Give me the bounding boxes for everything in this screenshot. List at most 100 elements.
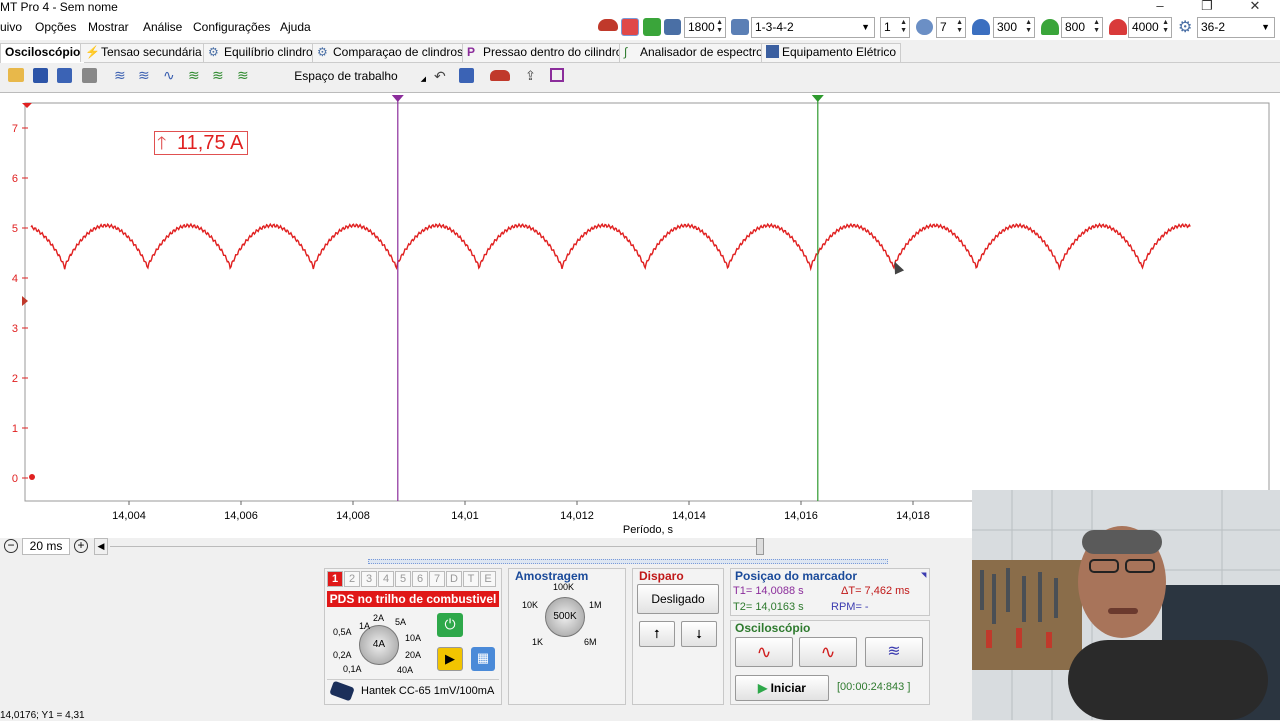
zoom-out-icon[interactable]: −	[4, 539, 18, 553]
value-300-input[interactable]: 300 ▲ ▼	[993, 17, 1035, 38]
marker-t2: T2= 14,0163 s	[733, 601, 804, 613]
grid-icon[interactable]	[550, 68, 564, 82]
oscilloscope-plot[interactable]: 7 6 5 4 3 2 1 0 14,004 14,006 14,008 14,01 14,012 14…	[0, 92, 1280, 538]
channel-tab[interactable]: 7	[429, 571, 445, 587]
status-coordinates: 14,0176; Y1 = 4,31	[0, 710, 85, 721]
gauge-red-icon	[1109, 19, 1127, 35]
tab-tensao-secundaria[interactable]: ⚡ Tensao secundária	[80, 43, 207, 62]
open-folder-icon[interactable]	[8, 68, 24, 82]
cursor-2-handle[interactable]	[811, 95, 824, 102]
sine-dotted-icon: ∿	[820, 642, 836, 662]
spin-icon[interactable]: ▲ ▼	[716, 19, 723, 35]
workspace-dropdown[interactable]: Espaço de trabalho ◢	[266, 67, 426, 89]
start-button[interactable]: ▶ Iniciar	[735, 675, 829, 701]
channel-tab[interactable]: 6	[412, 571, 428, 587]
save-icon[interactable]	[33, 68, 48, 83]
sampling-label: 1M	[589, 600, 602, 610]
scrollbar-thumb[interactable]	[756, 538, 764, 555]
channel-tab[interactable]: 1	[327, 571, 343, 587]
firing-order-select[interactable]: 1-3-4-2 ▼	[751, 17, 875, 38]
tab-osciloscopio[interactable]: Osciloscópio	[0, 43, 86, 63]
compare-icon: ⚙	[317, 45, 328, 59]
car-small-icon[interactable]	[490, 70, 510, 81]
wave-icon[interactable]: ≋	[114, 67, 126, 84]
lock-green-icon[interactable]	[643, 18, 661, 36]
rising-edge-button[interactable]: ⭡	[639, 621, 675, 647]
scroll-left-button[interactable]: ◀	[94, 538, 108, 555]
falling-edge-button[interactable]: ⭣	[681, 621, 717, 647]
time-scale-value[interactable]: 20 ms	[22, 538, 70, 555]
tab-equilibrio-cilindro[interactable]: ⚙ Equilíbrio clindro	[203, 43, 318, 62]
menu-configuracoes[interactable]: Configurações	[193, 20, 270, 34]
tab-label: Analisador de espectro	[640, 45, 763, 59]
spin-icon[interactable]: ▲ ▼	[956, 19, 963, 35]
channel-tab[interactable]: E	[480, 571, 496, 587]
tab-pressao-cilindro[interactable]: P Pressao dentro do cilindro	[462, 43, 628, 62]
menu-opcoes[interactable]: Opções	[35, 20, 76, 34]
maximize-button[interactable]: ❐	[1184, 0, 1230, 14]
zoom-in-icon[interactable]: +	[74, 539, 88, 553]
print-icon[interactable]	[82, 68, 97, 83]
save-workspace-icon[interactable]	[459, 68, 474, 83]
play-icon[interactable]: ▶	[437, 647, 463, 671]
channel-tab[interactable]: 2	[344, 571, 360, 587]
scrollbar-track[interactable]	[110, 546, 760, 547]
probe-selector[interactable]: Hantek CC-65 1mV/100mA	[327, 679, 499, 703]
chevron-down-icon[interactable]: ▼	[861, 18, 870, 37]
menu-mostrar[interactable]: Mostrar	[88, 20, 129, 34]
lock-red-icon[interactable]	[621, 18, 639, 36]
wave-green2-icon[interactable]: ≋	[212, 67, 224, 84]
channel-tab[interactable]: 3	[361, 571, 377, 587]
menu-ajuda[interactable]: Ajuda	[280, 20, 311, 34]
car-icon[interactable]	[598, 19, 618, 31]
spin-icon[interactable]: ▲ ▼	[1093, 19, 1100, 35]
power-button[interactable]: ⏻	[437, 613, 463, 637]
spin-icon[interactable]: ▲ ▼	[900, 19, 907, 35]
range-knob[interactable]: 4A	[359, 625, 399, 665]
tab-comparacao-cilindros[interactable]: ⚙ Comparaçao de clindros	[312, 43, 469, 62]
marker-panel: Posiçao do marcador T1= 14,0088 s T2= 14…	[730, 568, 930, 616]
gear-icon[interactable]: ⚙	[1178, 17, 1192, 37]
dual-wave-button[interactable]: ≋	[865, 637, 923, 667]
knob-label: 40A	[397, 665, 414, 675]
cylinders-count-input[interactable]: 7 ▲ ▼	[936, 17, 966, 38]
channel-tab[interactable]: 4	[378, 571, 394, 587]
trigger-mode-button[interactable]: Desligado	[637, 584, 719, 614]
channel-tab[interactable]: T	[463, 571, 479, 587]
wheel-value: 36-2	[1201, 20, 1226, 34]
spectrum-icon: ∫	[624, 45, 628, 59]
minimize-button[interactable]: –	[1137, 0, 1183, 14]
value-800-input[interactable]: 800 ▲ ▼	[1061, 17, 1103, 38]
export-icon[interactable]: ⇪	[525, 68, 536, 84]
tab-bar: Osciloscópio ⚡ Tensao secundária ⚙ Equilíb…	[0, 41, 1280, 63]
value-4000-input[interactable]: 4000 ▲ ▼	[1128, 17, 1172, 38]
single-wave-button[interactable]: ∿	[735, 637, 793, 667]
rpm-input[interactable]: 1800 ▲ ▼	[684, 17, 726, 38]
calculator-icon[interactable]: ▦	[471, 647, 495, 671]
undo-icon[interactable]: ↶	[434, 68, 446, 85]
cylinder-input[interactable]: 1 ▲ ▼	[880, 17, 910, 38]
spin-icon[interactable]: ▲ ▼	[1162, 19, 1169, 35]
cursor-1-handle[interactable]	[391, 95, 404, 102]
wave-green3-icon[interactable]: ≋	[237, 67, 249, 84]
panel-splitter[interactable]	[368, 559, 888, 564]
channel-tab[interactable]: 5	[395, 571, 411, 587]
save-as-icon[interactable]	[57, 68, 72, 83]
webcam-image	[972, 490, 1280, 720]
menu-analise[interactable]: Análise	[143, 20, 182, 34]
wave-compare-icon[interactable]: ∿	[163, 67, 175, 84]
channel-tab[interactable]: D	[446, 571, 462, 587]
spin-icon[interactable]: ▲ ▼	[1025, 19, 1032, 35]
probe-name: Hantek CC-65 1mV/100mA	[361, 685, 495, 697]
sampling-knob[interactable]: 500K	[545, 597, 585, 637]
close-button[interactable]: ✕	[1232, 0, 1278, 14]
wave-green-icon[interactable]: ≋	[188, 67, 200, 84]
chevron-down-icon[interactable]: ▼	[1261, 18, 1270, 37]
wheel-select[interactable]: 36-2 ▼	[1197, 17, 1275, 38]
tab-equipamento-eletrico[interactable]: Equipamento Elétrico	[761, 43, 902, 62]
peak-label: 🡑 11,75 A	[154, 131, 249, 155]
menu-arquivo[interactable]: uivo	[0, 20, 22, 34]
dotted-wave-button[interactable]: ∿	[799, 637, 857, 667]
tab-analisador-espectro[interactable]: ∫ Analisador de espectro	[619, 43, 768, 62]
wave-cross-icon[interactable]: ≋	[138, 67, 150, 84]
